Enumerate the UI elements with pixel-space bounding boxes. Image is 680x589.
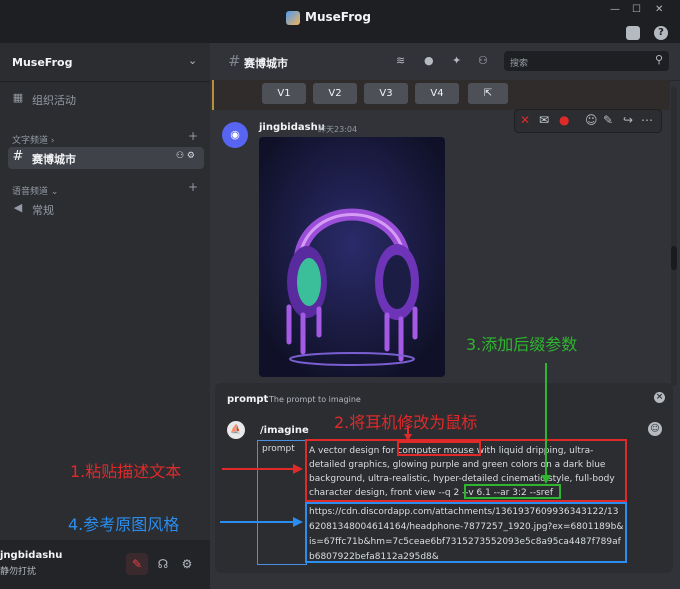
subject-highlight-box	[397, 441, 481, 456]
annotation-2: 2.将耳机修改为鼠标	[334, 413, 478, 432]
slash-command-name: /imagine	[260, 425, 309, 436]
mute-icon[interactable]: ✎	[126, 553, 148, 575]
avatar: ⛵	[227, 421, 245, 439]
sidebar-item-label: 赛博城市	[32, 153, 76, 166]
bell-icon[interactable]: ●	[424, 54, 434, 67]
command-option-description: The prompt to imagine	[269, 395, 361, 404]
close-icon[interactable]: ×	[654, 392, 665, 403]
variation-button-strip: V1 V2 V3 V4 ⇱	[212, 80, 670, 110]
attachment-image[interactable]	[259, 137, 445, 377]
channel-settings-icons[interactable]: ⚇ ⚙	[176, 151, 195, 161]
user-status: 静勿打扰	[0, 567, 37, 577]
message-timestamp: 昨天23:04	[318, 125, 358, 134]
open-link-button[interactable]: ⇱	[468, 83, 508, 104]
voice-channels-category[interactable]: 语音频道 ⌄	[12, 184, 58, 197]
angry-face-reaction-icon[interactable]: ●	[559, 113, 569, 127]
sidebar-item-label: 组织活动	[32, 94, 76, 107]
annotation-4: 4.参考原图风格	[68, 515, 180, 534]
prompt-option-box	[257, 440, 307, 565]
emoji-icon[interactable]: ☺	[648, 422, 662, 436]
members-icon[interactable]: ⚇	[478, 54, 488, 67]
edit-icon[interactable]: ✎	[603, 113, 613, 127]
sidebar-item-cyber-city[interactable]: # 赛博城市 ⚇ ⚙	[8, 147, 204, 169]
pin-icon[interactable]: ✦	[452, 54, 461, 67]
server-header[interactable]: MuseFrog ⌄	[0, 43, 210, 82]
user-panel: jngbidashu 静勿打扰 ✎ ☊ ⚙	[0, 540, 210, 589]
reply-icon[interactable]: ↪	[623, 113, 633, 127]
prompt-option-label: prompt	[262, 444, 295, 454]
scrollbar-thumb[interactable]	[671, 246, 677, 270]
v4-button[interactable]: V4	[415, 83, 459, 104]
more-icon[interactable]: ⋯	[641, 113, 653, 127]
chevron-down-icon[interactable]: ⌄	[188, 54, 197, 67]
v1-button[interactable]: V1	[262, 83, 306, 104]
url-highlight-box	[305, 502, 627, 563]
sidebar-item-label: 常规	[32, 204, 54, 217]
title-bar: MuseFrog — ☐ ✕ ?	[0, 0, 680, 43]
user-name: jngbidashu	[0, 550, 63, 561]
maximize-button[interactable]: ☐	[632, 4, 641, 15]
headphones-illustration	[259, 137, 445, 377]
envelope-reaction-icon[interactable]: ✉	[539, 113, 549, 127]
scrollbar[interactable]	[671, 86, 677, 386]
sidebar-item-events[interactable]: ▦ 组织活动	[8, 88, 204, 110]
gear-icon[interactable]: ⚙	[176, 553, 198, 575]
add-channel-button[interactable]: +	[188, 129, 198, 143]
message-author[interactable]: jingbidashu	[259, 122, 325, 133]
hash-icon: #	[228, 52, 241, 70]
hash-icon: #	[12, 149, 24, 164]
command-option-name: prompt	[227, 394, 269, 405]
app-logo	[286, 11, 300, 25]
v3-button[interactable]: V3	[364, 83, 408, 104]
v2-button[interactable]: V2	[313, 83, 357, 104]
annotation-3: 3.添加后缀参数	[466, 335, 578, 354]
params-highlight-box	[464, 484, 561, 499]
add-voice-channel-button[interactable]: +	[188, 180, 198, 194]
headphones-icon[interactable]: ☊	[152, 553, 174, 575]
message-actions-bar: ✕ ✉ ● ☺ ✎ ↪ ⋯	[514, 109, 662, 133]
x-reaction-icon[interactable]: ✕	[520, 113, 530, 127]
server-name: MuseFrog	[12, 56, 73, 69]
channel-title: 赛博城市	[244, 57, 288, 70]
channel-header: # 赛博城市 ≋ ● ✦ ⚇ 搜索 ⚲	[212, 43, 680, 81]
search-placeholder: 搜索	[510, 59, 529, 69]
search-input[interactable]: 搜索 ⚲	[504, 51, 669, 71]
search-icon: ⚲	[654, 53, 663, 66]
text-channels-category[interactable]: 文字频道 ›	[12, 133, 54, 146]
calendar-icon: ▦	[12, 91, 24, 104]
channel-sidebar: MuseFrog ⌄ ▦ 组织活动 文字频道 › + # 赛博城市 ⚇ ⚙ 语音…	[0, 43, 210, 589]
app-title: MuseFrog	[305, 10, 371, 24]
add-reaction-icon[interactable]: ☺	[585, 113, 598, 127]
sidebar-item-general-voice[interactable]: ◀ 常规	[8, 198, 204, 220]
help-icon[interactable]: ?	[654, 26, 668, 40]
inbox-icon[interactable]	[626, 26, 640, 40]
threads-icon[interactable]: ≋	[396, 54, 405, 67]
close-button[interactable]: ✕	[655, 4, 663, 15]
speaker-icon: ◀	[13, 201, 23, 214]
minimize-button[interactable]: —	[610, 4, 620, 15]
annotation-1: 1.粘贴描述文本	[70, 462, 182, 481]
avatar[interactable]: ◉	[222, 122, 248, 148]
